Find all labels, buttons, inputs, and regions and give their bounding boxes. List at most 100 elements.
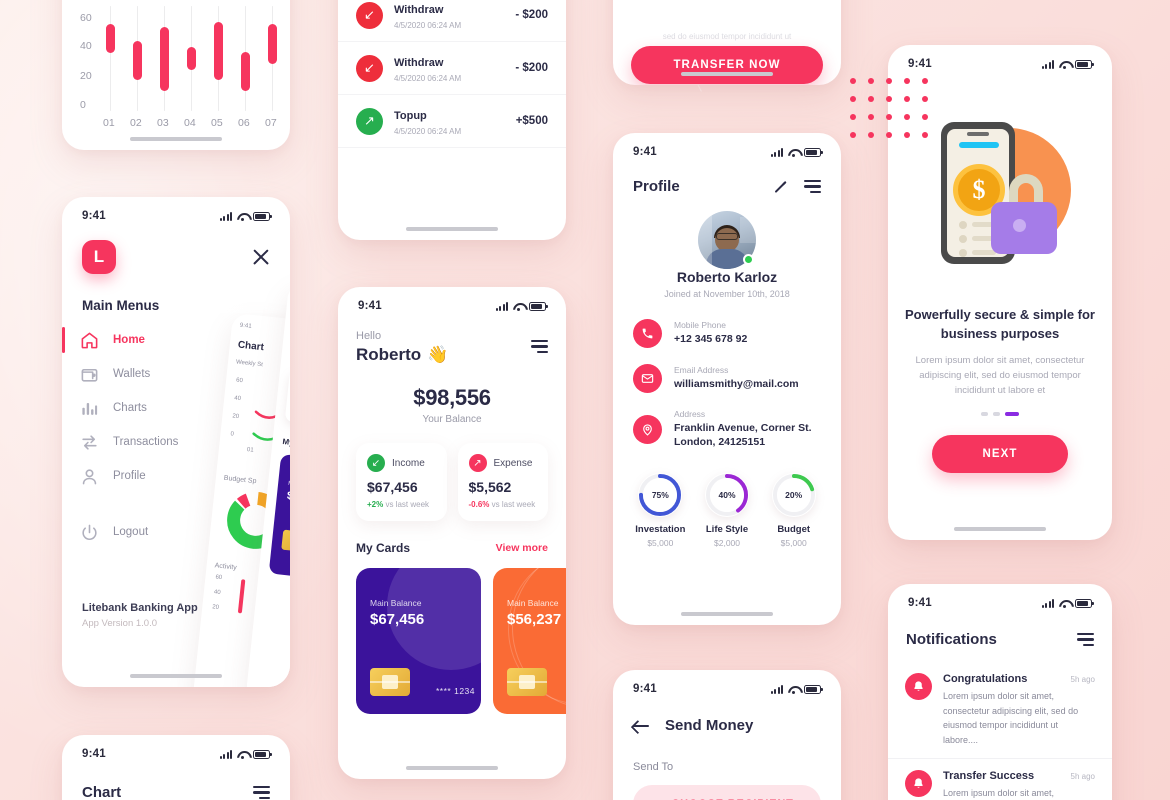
bell-icon [905, 770, 932, 798]
income-arrow-icon: ↙ [367, 454, 385, 472]
greeting-label: Hello [356, 330, 382, 342]
profile-field-value: Franklin Avenue, Corner St. London, 24125… [674, 422, 812, 449]
signal-icon [495, 301, 508, 311]
table-row[interactable]: ↗ Topup 4/5/2020 06:24 AM +$500 [338, 95, 566, 148]
list-item[interactable]: Transfer Success 5h ago Lorem ipsum dolor … [888, 759, 1112, 800]
status-bar: 9:41 [338, 287, 566, 316]
page-title: Chart [82, 784, 122, 800]
x-tick: 03 [157, 117, 169, 129]
profile-field-label: Address [674, 409, 706, 419]
sidebar-item-home[interactable]: Home [62, 323, 230, 357]
battery-icon [253, 211, 272, 221]
battery-icon [1075, 598, 1094, 608]
stat-name: Budget [777, 524, 811, 536]
stat-ring-item[interactable]: 20% Budget $5,000 [760, 473, 827, 548]
my-cards-title: My Cards [356, 541, 411, 555]
stat-ring-item[interactable]: 40% Life Style $2,000 [694, 473, 761, 548]
stat-amount: $5,000 [647, 538, 674, 549]
home-indicator [406, 765, 498, 770]
candle-bar [160, 27, 169, 91]
sidebar-item-wallets[interactable]: Wallets [62, 357, 230, 391]
x-tick: 02 [130, 117, 142, 129]
sidebar-item-label: Charts [113, 402, 147, 414]
profile-joined: Joined at November 10th, 2018 [664, 289, 790, 299]
expense-delta: -0.6% [468, 500, 490, 509]
status-icons [770, 684, 823, 694]
notification-body: Lorem ipsum dolor sit amet, consectetur … [943, 691, 1079, 745]
close-icon[interactable] [252, 248, 270, 266]
bank-card[interactable]: Main Balance $56,237 [493, 568, 566, 714]
ghost-act-tick: 40 [213, 589, 221, 597]
bell-icon [905, 673, 932, 700]
sidebar-item-profile[interactable]: Profile [62, 459, 230, 493]
page-indicator[interactable] [888, 412, 1112, 417]
notification-body: Lorem ipsum dolor sit amet, consectetur … [943, 788, 1055, 799]
transfer-helper-text: sed do eiusmod tempor incididunt ut [662, 32, 792, 41]
bank-card[interactable]: Main Balance $67,456 **** 1234 [356, 568, 481, 714]
income-value: $67,456 [367, 479, 418, 495]
y-tick: 20 [80, 70, 92, 82]
mail-icon [633, 364, 662, 393]
sidebar-item-transactions[interactable]: Transactions [62, 425, 230, 459]
status-time: 9:41 [82, 210, 106, 222]
activity-date: 4/5/2020 06:24 AM [394, 74, 462, 83]
view-more-link[interactable]: View more [496, 542, 548, 554]
hamburger-icon[interactable] [804, 180, 821, 193]
x-tick: 05 [211, 117, 223, 129]
wifi-icon [1059, 599, 1070, 608]
list-item[interactable]: Congratulations 5h ago Lorem ipsum dolor s… [888, 662, 1112, 760]
page-title: Send Money [665, 717, 754, 734]
profile-field: Mobile Phone +12 345 678 92 [613, 311, 841, 356]
expense-tile[interactable]: ↗ Expense $5,562 -0.6% vs last week [457, 443, 548, 521]
send-to-label: Send To [633, 761, 674, 773]
ghost-act-tick: 60 [215, 574, 223, 582]
activity-date: 4/5/2020 06:24 AM [394, 21, 462, 30]
card-chip-icon [507, 668, 547, 696]
sidebar-item-label: Profile [113, 470, 146, 482]
hamburger-icon[interactable] [531, 340, 548, 353]
status-icons [1041, 59, 1094, 69]
battery-icon [529, 301, 548, 311]
card-activity-panel: Card Activity ↗Topup4/5/2020 06:24 AM+$5… [338, 0, 566, 240]
hamburger-icon[interactable] [1077, 633, 1094, 646]
sidebar-item-charts[interactable]: Charts [62, 391, 230, 425]
income-tile[interactable]: ↙ Income $67,456 +2% vs last week [356, 443, 447, 521]
home-indicator [130, 136, 222, 141]
transfer-panel: sed do eiusmod tempor incididunt ut TRAN… [613, 0, 841, 85]
status-icons [219, 749, 272, 759]
x-tick: 01 [103, 117, 115, 129]
sidebar-item-logout[interactable]: Logout [62, 515, 230, 549]
user-icon [80, 467, 99, 486]
table-row[interactable]: ↙ Withdraw 4/5/2020 06:24 AM - $200 [338, 42, 566, 95]
wave-icon: 👋 [427, 345, 449, 364]
next-button[interactable]: NEXT [932, 435, 1068, 474]
transfer-icon [80, 433, 99, 452]
home-indicator [681, 611, 773, 616]
stat-name: Life Style [705, 524, 749, 536]
battery-icon [804, 684, 823, 694]
back-arrow-icon[interactable] [633, 719, 649, 733]
pencil-icon[interactable] [775, 179, 790, 194]
sidebar-item-label: Transactions [113, 436, 179, 448]
signal-icon [1041, 598, 1054, 608]
profile-field-label: Mobile Phone [674, 320, 726, 331]
onboarding-title: Powerfully secure & simple for business … [904, 307, 1095, 341]
status-time: 9:41 [908, 597, 932, 609]
choose-recipient-button[interactable]: + CHOOSE RECIPIENT [633, 785, 821, 800]
sidebar-item-label: Home [113, 334, 145, 346]
table-row[interactable]: ↙ Withdraw 4/5/2020 06:24 AM - $200 [338, 0, 566, 42]
stat-ring-item[interactable]: 75% Investation $5,000 [627, 473, 694, 548]
profile-field-value: +12 345 678 92 [674, 333, 748, 346]
y-tick: 0 [80, 99, 86, 111]
transfer-now-button[interactable]: TRANSFER NOW [631, 46, 823, 84]
status-icons [495, 301, 548, 311]
onboarding-body: Lorem ipsum dolor sit amet, consectetur … [915, 354, 1085, 397]
online-status-badge [743, 254, 754, 265]
hamburger-icon[interactable] [253, 786, 270, 799]
stat-name: Investation [635, 524, 686, 536]
stat-amount: $2,000 [714, 538, 740, 549]
wallet-icon [80, 365, 99, 384]
status-icons [770, 147, 823, 157]
notification-time: 5h ago [1070, 675, 1095, 684]
app-name: Litebank Banking App [82, 602, 198, 614]
